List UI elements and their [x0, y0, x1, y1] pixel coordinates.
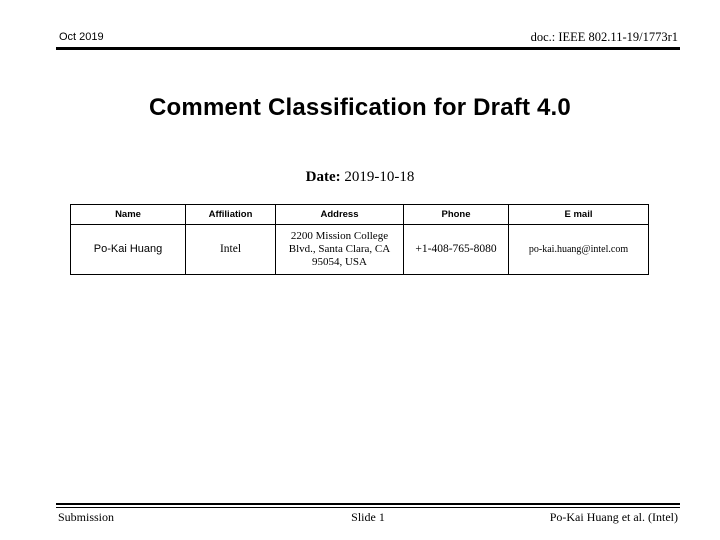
slide-header: Oct 2019 doc.: IEEE 802.11-19/1773r1	[56, 30, 680, 52]
slide-page: { "header": { "left": "Oct 2019", "right…	[0, 0, 720, 540]
column-header-affiliation: Affiliation	[185, 204, 276, 225]
slide-footer: Submission Slide 1 Po-Kai Huang et al. (…	[56, 503, 680, 533]
slide-date-line: Date: 2019-10-18	[0, 168, 720, 187]
author-info-table: Name Affiliation Address Phone E mail Po…	[70, 204, 649, 275]
cell-name: Po-Kai Huang	[70, 224, 186, 275]
table-row: Po-Kai Huang Intel 2200 Mission College …	[70, 224, 649, 275]
date-label: Date:	[305, 169, 341, 185]
cell-address: 2200 Mission College Blvd., Santa Clara,…	[275, 224, 404, 275]
header-rule	[56, 47, 680, 50]
table-header-row: Name Affiliation Address Phone E mail	[70, 204, 649, 225]
cell-affiliation: Intel	[185, 224, 276, 275]
footer-rule-thick	[56, 503, 680, 505]
header-document-id: doc.: IEEE 802.11-19/1773r1	[530, 30, 678, 44]
table-header: Name Affiliation Address Phone E mail	[70, 204, 649, 225]
page-title: Comment Classification for Draft 4.0	[149, 94, 571, 121]
column-header-phone: Phone	[403, 204, 509, 225]
table-body: Po-Kai Huang Intel 2200 Mission College …	[70, 224, 649, 275]
column-header-name: Name	[70, 204, 186, 225]
column-header-email: E mail	[508, 204, 649, 225]
cell-phone: +1-408-765-8080	[403, 224, 509, 275]
footer-author-label: Po-Kai Huang et al. (Intel)	[549, 510, 678, 524]
date-value: 2019-10-18	[344, 169, 415, 185]
header-date-text: Oct 2019	[59, 31, 104, 43]
column-header-address: Address	[275, 204, 404, 225]
footer-rule-thin	[56, 507, 680, 508]
cell-email: po-kai.huang@intel.com	[508, 224, 649, 275]
